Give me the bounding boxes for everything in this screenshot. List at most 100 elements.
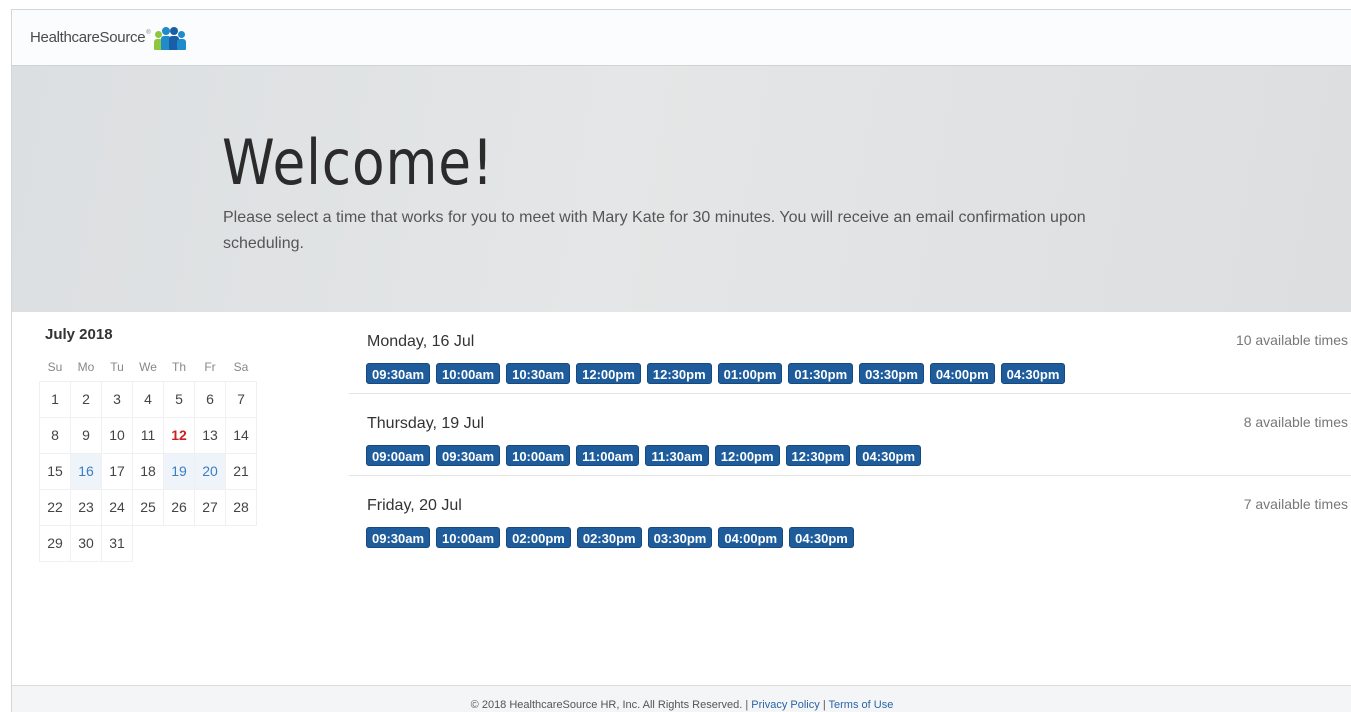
calendar-day: 18 xyxy=(132,452,164,490)
time-slot-button[interactable]: 04:00pm xyxy=(718,527,784,548)
calendar-day: 10 xyxy=(101,416,133,454)
time-slot-list: 09:30am 10:00am 10:30am 12:00pm 12:30pm 01:00… xyxy=(366,363,1066,384)
day-heading: Monday, 16 Jul xyxy=(367,333,475,350)
day-availability-section: Thursday, 19 Jul 8 available times 09:00am… xyxy=(349,394,1351,476)
privacy-policy-link[interactable]: Privacy Policy xyxy=(751,699,819,711)
calendar-week-row: 29 30 31 xyxy=(39,524,257,562)
time-slot-button[interactable]: 01:30pm xyxy=(788,363,854,384)
copyright-text: © 2018 HealthcareSource HR, Inc. All Rig… xyxy=(470,699,749,711)
available-times-count: 10 available times xyxy=(1235,332,1348,348)
people-logo-icon xyxy=(153,24,186,50)
calendar-day: 15 xyxy=(39,452,71,490)
availability-list: Monday, 16 Jul 10 available times 09:30am 1… xyxy=(349,312,1351,558)
weekday-label: Su xyxy=(47,359,63,374)
calendar-grid: Su Mo Tu We Th Fr Sa 1 2 3 4 5 6 7 8 9 10 11 12 13 14… xyxy=(39,353,257,562)
welcome-heading: Welcome! xyxy=(222,126,495,199)
calendar-day: 27 xyxy=(194,488,226,526)
weekday-label: Fr xyxy=(204,359,216,374)
month-calendar: July 2018 Su Mo Tu We Th Fr Sa 123456789… xyxy=(39,326,259,562)
calendar-day: 30 xyxy=(70,524,102,562)
calendar-week-row: 1234567 xyxy=(39,380,257,418)
weekday-label: We xyxy=(139,359,157,374)
logo-trademark: ® xyxy=(146,30,151,36)
logo-text: HealthcareSource xyxy=(30,28,146,46)
time-slot-button[interactable]: 12:00pm xyxy=(714,445,780,466)
calendar-day: 4 xyxy=(132,380,164,418)
time-slot-button[interactable]: 10:00am xyxy=(436,527,501,548)
calendar-day: 23 xyxy=(70,488,102,526)
time-slot-button[interactable]: 02:30pm xyxy=(576,527,642,548)
time-slot-button[interactable]: 11:30am xyxy=(645,445,709,466)
top-navbar: HealthcareSource ® xyxy=(12,10,1351,66)
footer-separator: | xyxy=(822,699,826,711)
calendar-empty-cell xyxy=(195,525,226,561)
page-frame: HealthcareSource ® Welcome! Please selec… xyxy=(11,9,1351,712)
time-slot-button[interactable]: 10:00am xyxy=(506,445,571,466)
terms-of-use-link[interactable]: Terms of Use xyxy=(829,699,894,711)
calendar-day: 2 xyxy=(70,380,102,418)
time-slot-button[interactable]: 04:30pm xyxy=(1000,363,1066,384)
calendar-empty-cell xyxy=(226,525,257,561)
calendar-day: 1 xyxy=(39,380,71,418)
calendar-day: 5 xyxy=(163,380,195,418)
time-slot-button[interactable]: 02:00pm xyxy=(506,527,571,548)
time-slot-button[interactable]: 12:30pm xyxy=(785,445,851,466)
time-slot-button[interactable]: 09:00am xyxy=(366,445,431,466)
calendar-day: 8 xyxy=(39,416,71,454)
time-slot-button[interactable]: 09:30am xyxy=(366,527,431,548)
time-slot-button[interactable]: 03:30pm xyxy=(647,527,713,548)
day-heading: Thursday, 19 Jul xyxy=(367,415,485,432)
time-slot-button[interactable]: 09:30am xyxy=(366,363,431,384)
time-slot-button[interactable]: 11:00am xyxy=(576,445,640,466)
time-slot-button[interactable]: 03:30pm xyxy=(859,363,924,384)
day-availability-section: Friday, 20 Jul 7 available times 09:30am 10… xyxy=(349,476,1351,558)
time-slot-button[interactable]: 10:30am xyxy=(506,363,571,384)
weekday-label: Th xyxy=(171,359,186,374)
calendar-day: 11 xyxy=(132,416,164,454)
calendar-day: 24 xyxy=(101,488,133,526)
day-availability-section: Monday, 16 Jul 10 available times 09:30am 1… xyxy=(349,312,1351,394)
calendar-day: 13 xyxy=(194,416,226,454)
time-slot-list: 09:00am 09:30am 10:00am 11:00am 11:30am 12:00… xyxy=(366,445,922,466)
time-slot-button[interactable]: 09:30am xyxy=(436,445,501,466)
calendar-day: 29 xyxy=(39,524,71,562)
weekday-label: Mo xyxy=(77,359,95,374)
calendar-day: 22 xyxy=(39,488,71,526)
calendar-day: 7 xyxy=(225,380,257,418)
calendar-day: 9 xyxy=(70,416,102,454)
calendar-day: 21 xyxy=(225,452,257,490)
calendar-day-available[interactable]: 19 xyxy=(163,452,195,490)
calendar-day: 3 xyxy=(101,380,133,418)
weekday-label: Sa xyxy=(233,359,249,374)
calendar-day-available[interactable]: 20 xyxy=(194,452,226,490)
calendar-day: 25 xyxy=(132,488,164,526)
calendar-day: 14 xyxy=(225,416,257,454)
calendar-day: 28 xyxy=(225,488,257,526)
time-slot-button[interactable]: 10:00am xyxy=(436,363,501,384)
calendar-day: 31 xyxy=(101,524,133,562)
available-times-count: 8 available times xyxy=(1243,414,1348,430)
calendar-week-row: 22 23 24 25 26 27 28 xyxy=(39,488,257,526)
time-slot-button[interactable]: 01:00pm xyxy=(717,363,783,384)
calendar-week-row: 8 9 10 11 12 13 14 xyxy=(39,416,257,454)
available-times-count: 7 available times xyxy=(1243,496,1348,512)
calendar-day: 26 xyxy=(163,488,195,526)
time-slot-button[interactable]: 12:30pm xyxy=(646,363,712,384)
calendar-month-label: July 2018 xyxy=(45,326,113,343)
time-slot-button[interactable]: 04:00pm xyxy=(929,363,995,384)
calendar-empty-cell xyxy=(164,525,195,561)
time-slot-button[interactable]: 12:00pm xyxy=(576,363,641,384)
time-slot-list: 09:30am 10:00am 02:00pm 02:30pm 03:30pm 04:00… xyxy=(366,527,854,548)
calendar-empty-cell xyxy=(133,525,164,561)
day-heading: Friday, 20 Jul xyxy=(367,497,462,514)
calendar-day-today: 12 xyxy=(163,416,195,454)
time-slot-button[interactable]: 04:30pm xyxy=(789,527,854,548)
calendar-week-row: 15 16 17 18 19 20 21 xyxy=(39,452,257,490)
calendar-day: 6 xyxy=(194,380,226,418)
healthcaresource-logo[interactable]: HealthcareSource ® xyxy=(30,24,186,50)
welcome-banner: Welcome! Please select a time that works… xyxy=(12,66,1351,312)
weekday-label: Tu xyxy=(110,359,124,374)
page-footer: © 2018 HealthcareSource HR, Inc. All Rig… xyxy=(12,685,1351,712)
calendar-day-available[interactable]: 16 xyxy=(70,452,102,490)
time-slot-button[interactable]: 04:30pm xyxy=(856,445,922,466)
